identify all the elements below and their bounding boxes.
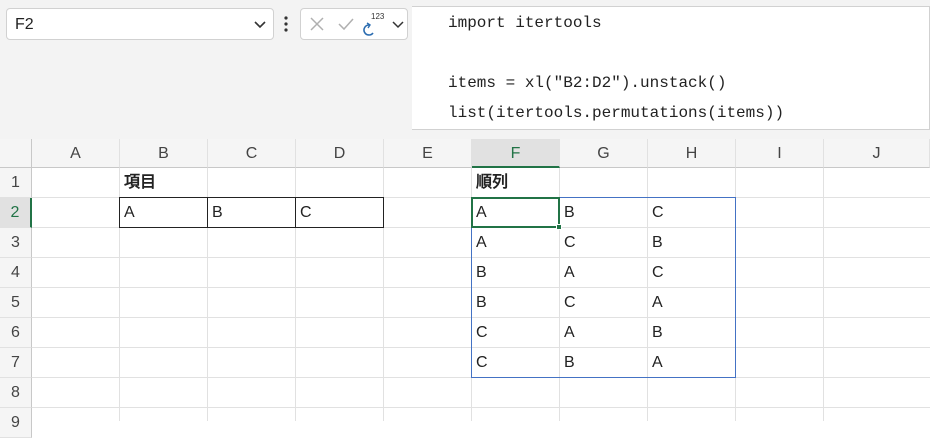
name-box-value: F2 — [15, 16, 34, 33]
more-options-icon[interactable] — [283, 14, 289, 34]
cell-f1[interactable]: 順列 — [472, 168, 560, 198]
cell-f2[interactable]: A — [472, 198, 560, 228]
enter-check-icon[interactable] — [337, 16, 355, 32]
cancel-icon[interactable] — [309, 16, 325, 32]
chevron-down-icon[interactable] — [252, 14, 268, 34]
gridline-horizontal — [32, 407, 930, 408]
column-header-g[interactable]: G — [560, 139, 648, 168]
row-header-9[interactable]: 9 — [0, 408, 32, 438]
code-line-3[interactable]: items = xl("B2:D2").unstack() — [448, 74, 726, 92]
cell-g5[interactable]: C — [560, 288, 648, 318]
cell-h7[interactable]: A — [648, 348, 736, 378]
cell-g2[interactable]: B — [560, 198, 648, 228]
cell-g7[interactable]: B — [560, 348, 648, 378]
cell-f7[interactable]: C — [472, 348, 560, 378]
chevron-down-icon[interactable] — [391, 17, 405, 33]
row-header-7[interactable]: 7 — [0, 348, 32, 378]
column-header-f[interactable]: F — [472, 139, 560, 168]
cell-g4[interactable]: A — [560, 258, 648, 288]
code-line-4[interactable]: list(itertools.permutations(items)) — [448, 104, 784, 122]
select-all-corner[interactable] — [0, 139, 32, 168]
column-header-h[interactable]: H — [648, 139, 736, 168]
row-header-3[interactable]: 3 — [0, 228, 32, 258]
column-header-b[interactable]: B — [120, 139, 208, 168]
formula-bar-area: F2 123 PY import itertools items = xl("B… — [0, 0, 930, 139]
name-box[interactable]: F2 — [6, 8, 274, 40]
cell-h5[interactable]: A — [648, 288, 736, 318]
gridline-vertical — [823, 168, 824, 421]
row-header-5[interactable]: 5 — [0, 288, 32, 318]
column-header-d[interactable]: D — [296, 139, 384, 168]
cell-b1[interactable]: 項目 — [120, 168, 208, 198]
svg-text:123: 123 — [371, 12, 385, 21]
cell-g3[interactable]: C — [560, 228, 648, 258]
column-header-j[interactable]: J — [824, 139, 930, 168]
formula-actions: 123 — [300, 8, 408, 40]
cell-g6[interactable]: A — [560, 318, 648, 348]
row-header-4[interactable]: 4 — [0, 258, 32, 288]
cell-h3[interactable]: B — [648, 228, 736, 258]
cell-b2[interactable]: A — [120, 198, 208, 228]
column-header-c[interactable]: C — [208, 139, 296, 168]
column-header-e[interactable]: E — [384, 139, 472, 168]
cell-h2[interactable]: C — [648, 198, 736, 228]
row-header-8[interactable]: 8 — [0, 378, 32, 408]
row-header-2[interactable]: 2 — [0, 198, 32, 228]
column-header-i[interactable]: I — [736, 139, 824, 168]
column-header-a[interactable]: A — [32, 139, 120, 168]
cell-f4[interactable]: B — [472, 258, 560, 288]
cell-f3[interactable]: A — [472, 228, 560, 258]
code-line-1[interactable]: import itertools — [448, 14, 602, 32]
row-header-1[interactable]: 1 — [0, 168, 32, 198]
spreadsheet-grid[interactable]: ABCDEFGHIJ 123456789 項目 A B C 順列 A B C A C B B A C B C A… — [0, 139, 930, 438]
cell-h6[interactable]: B — [648, 318, 736, 348]
python-output-type-icon[interactable]: 123 — [363, 11, 389, 37]
cell-h4[interactable]: C — [648, 258, 736, 288]
cell-f6[interactable]: C — [472, 318, 560, 348]
cell-d2[interactable]: C — [296, 198, 384, 228]
cell-c2[interactable]: B — [208, 198, 296, 228]
cell-f5[interactable]: B — [472, 288, 560, 318]
row-header-6[interactable]: 6 — [0, 318, 32, 348]
